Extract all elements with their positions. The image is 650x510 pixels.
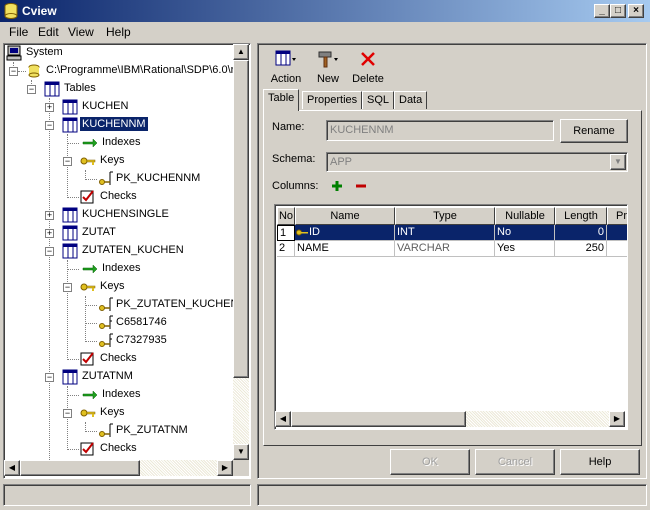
checkbox-icon	[80, 190, 94, 204]
scroll-up-button[interactable]: ▲	[233, 44, 249, 60]
collapse-keys-toggle[interactable]: −	[63, 157, 72, 166]
collapse-keys-2-toggle[interactable]: −	[63, 283, 72, 292]
key-icon	[80, 157, 96, 165]
checkbox-icon	[80, 352, 94, 366]
delete-x-icon	[361, 52, 375, 66]
key-icon	[80, 283, 96, 291]
database-icon	[4, 3, 18, 19]
schema-label: Schema:	[272, 153, 316, 165]
collapse-tables-toggle[interactable]: −	[27, 85, 36, 94]
new-button[interactable]: New	[310, 50, 346, 85]
scroll-thumb-horizontal[interactable]	[291, 411, 466, 427]
expand-kuchensingle-toggle[interactable]: +	[45, 211, 54, 220]
rename-button[interactable]: Rename	[560, 119, 628, 143]
key-icon	[80, 409, 96, 417]
add-column-icon[interactable]	[330, 179, 344, 193]
grid-header-precision[interactable]: Pr	[607, 207, 627, 225]
collapse-db-toggle[interactable]: −	[9, 67, 18, 76]
table-icon	[62, 225, 78, 241]
chevron-down-icon[interactable]: ▼	[610, 154, 626, 170]
foreign-key-icon	[99, 315, 113, 329]
menu-file[interactable]: File	[9, 25, 28, 39]
status-bar-right	[257, 484, 647, 506]
columns-label: Columns:	[272, 180, 319, 192]
grid-header-no[interactable]: No	[277, 207, 295, 225]
scroll-left-button[interactable]: ◀	[4, 460, 20, 476]
table-icon	[62, 117, 78, 133]
primary-key-icon	[99, 423, 113, 437]
table-icon	[44, 81, 60, 97]
name-input[interactable]: KUCHENNM	[326, 120, 554, 141]
close-button[interactable]: ×	[628, 4, 644, 18]
scroll-thumb[interactable]	[233, 60, 249, 378]
table-icon	[62, 99, 78, 115]
table-row[interactable]: 1 ID INT No 0	[277, 225, 627, 241]
tab-data[interactable]: Data	[394, 91, 428, 109]
grid-header-type[interactable]: Type	[395, 207, 495, 225]
help-button[interactable]: Help	[560, 449, 640, 475]
columns-grid[interactable]: No Name Type Nullable Length Pr 1 ID INT…	[274, 204, 628, 430]
table-icon	[62, 207, 78, 223]
arrow-right-icon	[82, 390, 98, 400]
name-label: Name:	[272, 121, 305, 133]
tab-sql[interactable]: SQL	[362, 91, 395, 109]
checkbox-icon	[80, 442, 94, 456]
collapse-keys-3-toggle[interactable]: −	[63, 409, 72, 418]
database-icon	[28, 64, 40, 78]
primary-key-icon	[99, 171, 113, 185]
maximize-button[interactable]: □	[610, 4, 626, 18]
status-bar-left	[3, 484, 251, 506]
scroll-right-button[interactable]: ▶	[217, 460, 233, 476]
menu-bar: File Edit View Help	[0, 22, 650, 42]
tree-vertical-scrollbar[interactable]: ▲ ▼	[233, 44, 249, 460]
computer-icon	[6, 45, 22, 61]
ok-button[interactable]: OK	[390, 449, 470, 475]
window-title: Cview	[22, 4, 57, 18]
minimize-button[interactable]: _	[594, 4, 610, 18]
title-bar[interactable]: Cview _ □ ×	[0, 0, 650, 22]
tab-properties[interactable]: Properties	[302, 91, 363, 109]
scroll-left-button[interactable]: ◀	[275, 411, 291, 427]
tree-content: System − C:\Programme\IBM\Rational\SDP\6…	[4, 44, 234, 462]
scroll-right-button[interactable]: ▶	[609, 411, 625, 427]
expand-zutat-toggle[interactable]: +	[45, 229, 54, 238]
menu-view[interactable]: View	[68, 25, 94, 39]
primary-key-icon	[99, 297, 113, 311]
delete-button[interactable]: Delete	[350, 50, 386, 85]
collapse-kuchennm-toggle[interactable]: −	[45, 121, 54, 130]
expand-kuchen-toggle[interactable]: +	[45, 103, 54, 112]
arrow-right-icon	[82, 138, 98, 148]
grid-header-nullable[interactable]: Nullable	[495, 207, 555, 225]
grid-header-name[interactable]: Name	[295, 207, 395, 225]
scroll-corner	[233, 460, 249, 476]
tab-table[interactable]: Table	[263, 89, 300, 111]
detail-panel: Action New Delete Table Properties SQL D…	[257, 43, 647, 479]
table-dropdown-icon	[275, 50, 296, 66]
table-row[interactable]: 2 NAME VARCHAR Yes 250	[277, 241, 627, 257]
splitter[interactable]	[252, 43, 256, 479]
primary-key-icon	[296, 229, 308, 236]
table-icon	[62, 243, 78, 259]
schema-select[interactable]: APP ▼	[326, 152, 628, 172]
grid-horizontal-scrollbar[interactable]: ◀ ▶	[275, 411, 625, 427]
grid-header-length[interactable]: Length	[555, 207, 607, 225]
scroll-down-button[interactable]: ▼	[233, 444, 249, 460]
cancel-button[interactable]: Cancel	[475, 449, 555, 475]
tree-view[interactable]: System − C:\Programme\IBM\Rational\SDP\6…	[3, 43, 251, 479]
scroll-thumb-horizontal[interactable]	[20, 460, 140, 476]
menu-help[interactable]: Help	[106, 25, 131, 39]
menu-edit[interactable]: Edit	[38, 25, 59, 39]
collapse-zutatnm-toggle[interactable]: −	[45, 373, 54, 382]
collapse-zutaten-kuchen-toggle[interactable]: −	[45, 247, 54, 256]
table-icon	[62, 369, 78, 385]
arrow-right-icon	[82, 264, 98, 274]
foreign-key-icon	[99, 333, 113, 347]
remove-column-icon[interactable]	[354, 179, 368, 193]
tree-horizontal-scrollbar[interactable]: ◀ ▶	[4, 460, 233, 476]
hammer-icon	[318, 51, 338, 68]
action-button[interactable]: Action	[266, 50, 306, 85]
